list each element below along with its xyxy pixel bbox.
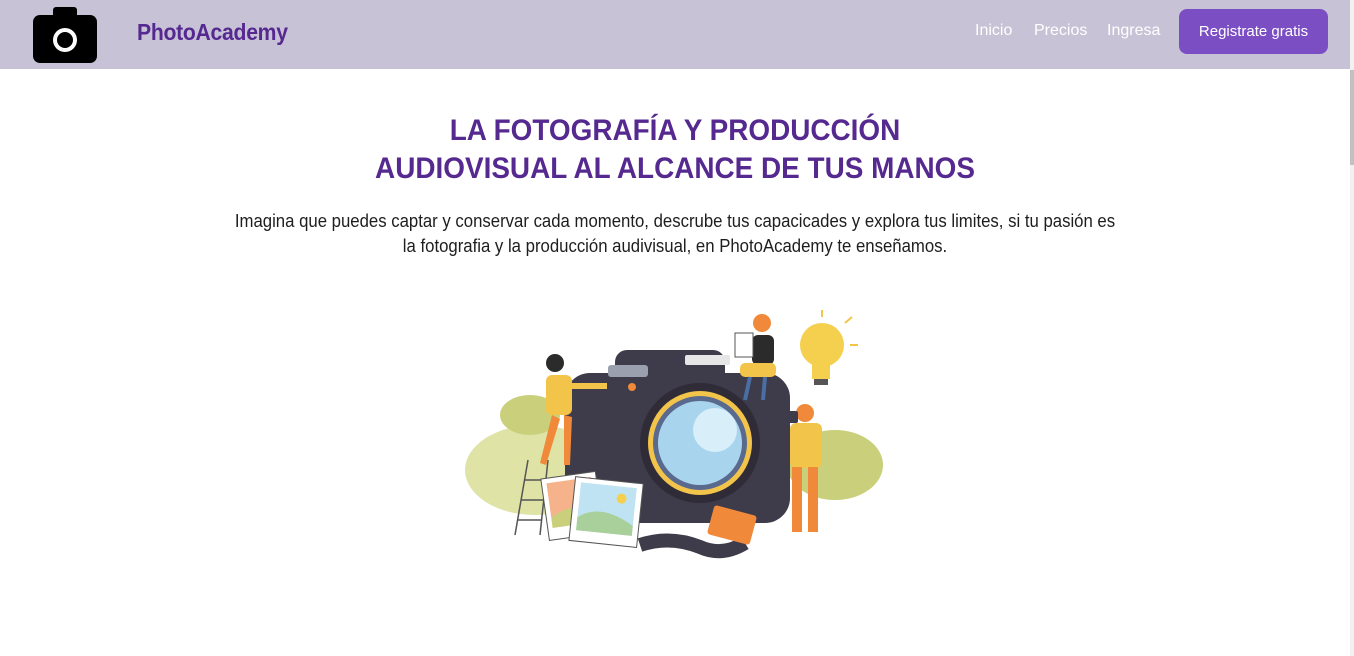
man-head (796, 404, 814, 422)
scrollbar-thumb[interactable] (1350, 70, 1354, 165)
camera-with-photographers-illustration (465, 310, 883, 559)
navbar: PhotoAcademy Inicio Precios Ingresa Regi… (0, 0, 1354, 69)
camera-icon[interactable] (33, 5, 97, 63)
photo-front (568, 476, 644, 549)
nav-link-precios[interactable]: Precios (1034, 22, 1087, 40)
register-button[interactable]: Registrate gratis (1179, 9, 1328, 54)
hero-title-line-2: AUDIOVISUAL AL ALCANCE DE TUS MANOS (375, 152, 975, 185)
lightbulb-icon (800, 323, 844, 367)
woman-top-head (753, 314, 771, 332)
nav-link-ingresa[interactable]: Ingresa (1107, 22, 1160, 40)
hero-description: Imagina que puedes captar y conservar ca… (234, 211, 1116, 256)
hero-title: LA FOTOGRAFÍA Y PRODUCCIÓN AUDIOVISUAL A… (47, 112, 1303, 188)
woman-left-head (546, 354, 564, 372)
brand-name[interactable]: PhotoAcademy (137, 19, 288, 46)
nav-link-inicio[interactable]: Inicio (975, 22, 1012, 40)
hero-title-line-1: LA FOTOGRAFÍA Y PRODUCCIÓN (449, 114, 901, 147)
film-strip (637, 533, 749, 559)
